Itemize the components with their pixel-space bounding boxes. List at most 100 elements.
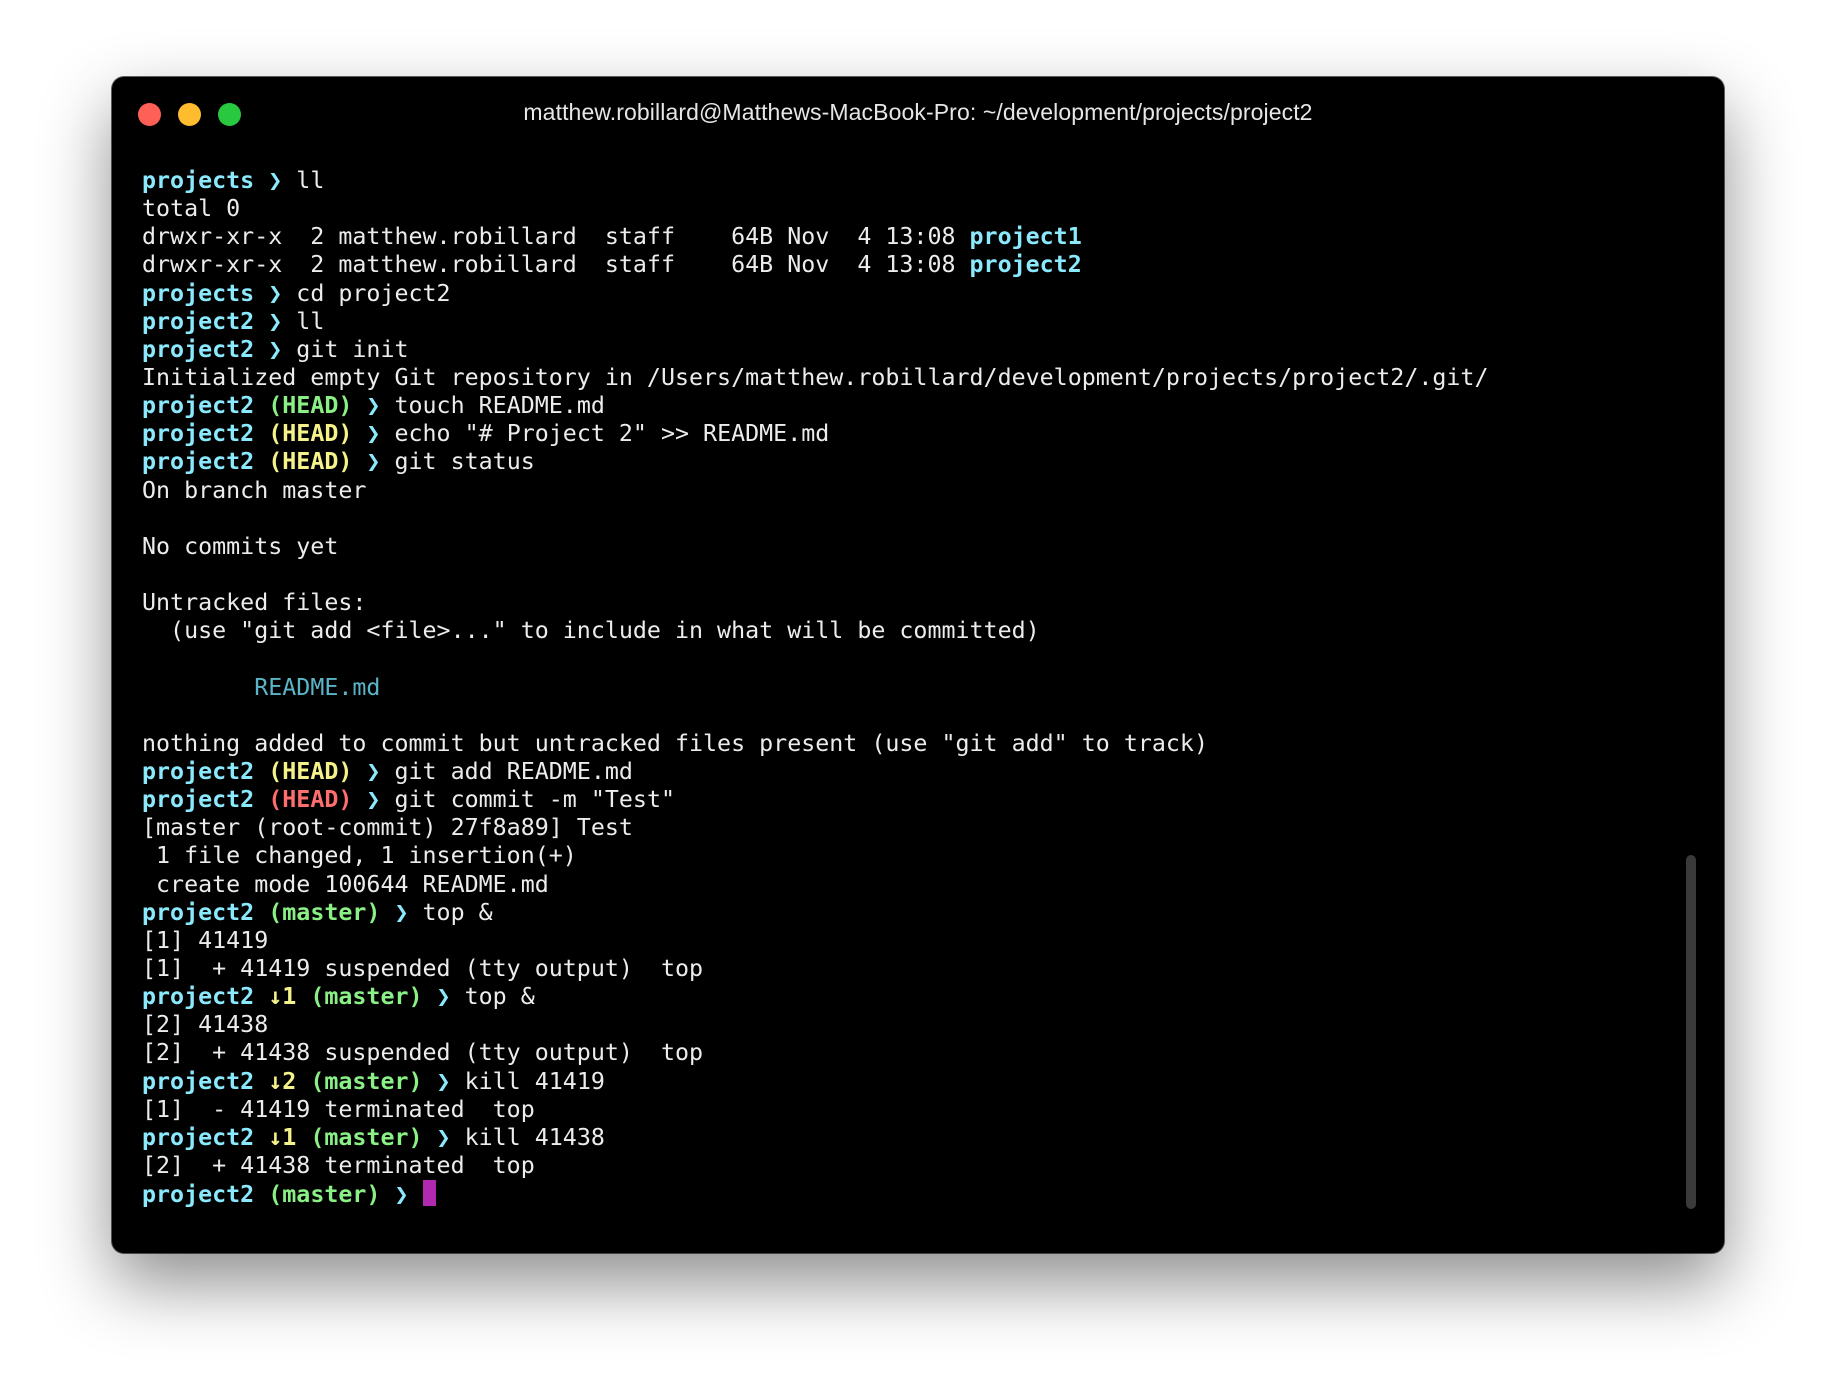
terminal-cursor [422, 1180, 436, 1207]
terminal-text: ❯ [352, 420, 395, 448]
terminal-text: top & [422, 898, 493, 926]
terminal-text: top & [464, 983, 535, 1011]
terminal-text: Initialized empty Git repository in /Use… [142, 363, 1489, 391]
terminal-text: project2 [142, 898, 255, 926]
terminal-text: drwxr-xr-x 2 matthew.robillard staff 64B… [142, 251, 970, 279]
terminal-text: git init [296, 335, 409, 363]
terminal-line: total 0 [142, 195, 1664, 223]
scrollbar[interactable] [1686, 855, 1696, 1209]
terminal-text: ❯ [352, 757, 395, 785]
terminal-text: (use "git add <file>..." to include in w… [142, 617, 1040, 645]
terminal-text: project2 [142, 307, 255, 335]
terminal-text: [1] - 41419 terminated top [142, 1095, 535, 1123]
terminal-line: project2 (HEAD) ❯ git status [142, 448, 1664, 476]
terminal-text: projects [142, 279, 255, 307]
terminal-line: (use "git add <file>..." to include in w… [142, 617, 1664, 645]
terminal-text: ❯ [254, 335, 297, 363]
terminal-text: (HEAD) [254, 786, 353, 814]
terminal-text: ll [296, 307, 325, 335]
terminal-text: No commits yet [142, 532, 339, 560]
terminal-line: projects ❯ cd project2 [142, 280, 1664, 308]
terminal-line: project2 (HEAD) ❯ echo "# Project 2" >> … [142, 420, 1664, 448]
terminal-text: touch README.md [394, 392, 605, 420]
terminal-text: Untracked files: [142, 589, 367, 617]
terminal-line: [2] 41438 [142, 1011, 1664, 1039]
terminal-line: create mode 100644 README.md [142, 871, 1664, 899]
terminal-text: project2 [142, 1181, 255, 1209]
terminal-text: [1] + 41419 suspended (tty output) top [142, 954, 704, 982]
terminal-text: (HEAD) [254, 392, 353, 420]
terminal-text: (master) [296, 1123, 423, 1151]
terminal-text: ❯ [422, 1067, 465, 1095]
terminal-text: ❯ [422, 1123, 465, 1151]
terminal-text: (HEAD) [254, 420, 353, 448]
terminal-text: project2 [142, 786, 255, 814]
terminal-window: matthew.robillard@Matthews-MacBook-Pro: … [112, 77, 1724, 1253]
terminal-line: [2] + 41438 terminated top [142, 1152, 1664, 1180]
terminal-text: git commit -m "Test" [394, 786, 676, 814]
terminal-line: project2 (master) ❯ top & [142, 899, 1664, 927]
terminal-text: create mode 100644 README.md [142, 870, 549, 898]
terminal-line: [master (root-commit) 27f8a89] Test [142, 814, 1664, 842]
terminal-text: ↓1 [254, 983, 297, 1011]
terminal-text: [1] 41419 [142, 926, 269, 954]
terminal-line: [1] - 41419 terminated top [142, 1096, 1664, 1124]
terminal-text: git add README.md [394, 757, 633, 785]
terminal-text: ↓2 [254, 1067, 297, 1095]
window-title: matthew.robillard@Matthews-MacBook-Pro: … [523, 99, 1313, 125]
terminal-text: drwxr-xr-x 2 matthew.robillard staff 64B… [142, 223, 970, 251]
terminal-text: (HEAD) [254, 757, 353, 785]
terminal-line: [2] + 41438 suspended (tty output) top [142, 1039, 1664, 1067]
terminal-line: 1 file changed, 1 insertion(+) [142, 842, 1664, 870]
terminal-text: ❯ [254, 279, 297, 307]
terminal-line: Untracked files: [142, 589, 1664, 617]
terminal-text: ❯ [422, 983, 465, 1011]
terminal-line: No commits yet [142, 533, 1664, 561]
terminal-text: projects [142, 167, 255, 194]
terminal-line: nothing added to commit but untracked fi… [142, 730, 1664, 758]
terminal-text: project2 [142, 757, 255, 785]
terminal-text: (master) [254, 1181, 381, 1209]
terminal-line: On branch master [142, 477, 1664, 505]
terminal-text: [2] + 41438 terminated top [142, 1151, 535, 1179]
terminal-text: (master) [296, 983, 423, 1011]
terminal-text: ❯ [352, 448, 395, 476]
terminal-text: ❯ [352, 392, 395, 420]
terminal-text: project2 [142, 448, 255, 476]
terminal-text: cd project2 [296, 279, 451, 307]
terminal-line: project2 (HEAD) ❯ git commit -m "Test" [142, 786, 1664, 814]
terminal-text: kill 41438 [464, 1123, 605, 1151]
terminal-line: project2 ❯ git init [142, 336, 1664, 364]
terminal-text: (master) [296, 1067, 423, 1095]
terminal-line: project2 ❯ ll [142, 308, 1664, 336]
terminal-text: [2] + 41438 suspended (tty output) top [142, 1039, 704, 1067]
terminal-line: [1] + 41419 suspended (tty output) top [142, 955, 1664, 983]
terminal-line: project2 (master) ❯ [142, 1180, 1664, 1208]
terminal-text: (HEAD) [254, 448, 353, 476]
terminal-line: Initialized empty Git repository in /Use… [142, 364, 1664, 392]
terminal-text: project1 [969, 223, 1082, 251]
terminal-text: ❯ [352, 786, 395, 814]
terminal-line: README.md [142, 674, 1664, 702]
terminal-text: ❯ [380, 1181, 423, 1209]
terminal-text: ll [296, 167, 325, 194]
terminal-text: [master (root-commit) 27f8a89] Test [142, 814, 633, 842]
terminal-text: README.md [254, 673, 381, 701]
terminal-line: project2 ↓1 (master) ❯ top & [142, 983, 1664, 1011]
terminal-line: [1] 41419 [142, 927, 1664, 955]
terminal-text: git status [394, 448, 535, 476]
terminal-text: project2 [142, 335, 255, 363]
terminal-line: project2 (HEAD) ❯ touch README.md [142, 392, 1664, 420]
terminal-line: project2 ↓1 (master) ❯ kill 41438 [142, 1124, 1664, 1152]
terminal-line: drwxr-xr-x 2 matthew.robillard staff 64B… [142, 251, 1664, 279]
terminal-line: project2 ↓2 (master) ❯ kill 41419 [142, 1068, 1664, 1096]
terminal-text: kill 41419 [464, 1067, 605, 1095]
terminal-text: project2 [142, 1123, 255, 1151]
terminal-text: project2 [142, 420, 255, 448]
terminal-text: project2 [969, 251, 1082, 279]
terminal-output[interactable]: projects ❯ ll total 0 drwxr-xr-x 2 matthew… [142, 167, 1664, 1208]
title-bar[interactable]: matthew.robillard@Matthews-MacBook-Pro: … [112, 77, 1724, 149]
terminal-text: echo "# Project 2" >> README.md [394, 420, 830, 448]
